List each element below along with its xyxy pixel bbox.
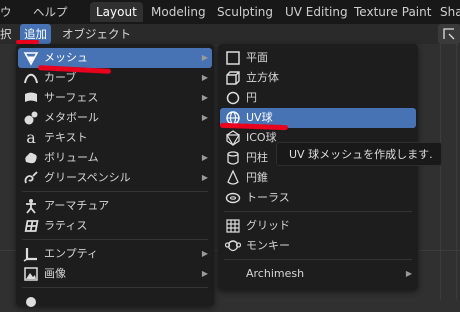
plane-icon bbox=[226, 51, 240, 65]
monkey-icon bbox=[225, 240, 241, 252]
cube-icon bbox=[226, 71, 240, 85]
top-bar: ウ ヘルプ Layout Modeling Sculpting UV Editi… bbox=[0, 0, 460, 24]
menu-item-grid[interactable]: グリッド bbox=[220, 216, 416, 236]
menu-item-armature[interactable]: アーマチュア bbox=[18, 196, 212, 216]
text-icon: a bbox=[26, 128, 36, 147]
metaball-icon bbox=[24, 111, 38, 125]
curve-icon bbox=[24, 73, 38, 84]
menu-item-archimesh[interactable]: Archimesh ▶ bbox=[220, 264, 416, 284]
image-icon bbox=[24, 267, 38, 281]
tab-modeling[interactable]: Modeling bbox=[145, 2, 212, 22]
menu-item-lattice[interactable]: ラティス bbox=[18, 216, 212, 236]
circle-icon bbox=[226, 91, 240, 105]
mesh-submenu: 平面 立方体 円 UV球 ICO球 円柱 円錐 トーラス グリッド モンキー A… bbox=[218, 44, 418, 290]
menu-help[interactable]: ヘルプ bbox=[33, 0, 68, 24]
empty-icon bbox=[23, 248, 37, 262]
menu-item-cone[interactable]: 円錐 bbox=[220, 168, 416, 188]
tab-uv-editing[interactable]: UV Editing bbox=[279, 2, 354, 22]
menu-item-image[interactable]: 画像 ▶ bbox=[18, 264, 212, 284]
cone-icon bbox=[227, 170, 239, 185]
torus-icon bbox=[225, 192, 241, 204]
gizmo-toggle-button[interactable] bbox=[438, 24, 460, 44]
tab-sculpting[interactable]: Sculpting bbox=[211, 2, 279, 22]
menu-divider bbox=[22, 239, 208, 240]
tooltip: UV 球メッシュを作成します. bbox=[276, 142, 442, 166]
menu-select[interactable]: 択 bbox=[0, 24, 12, 44]
menu-item-torus[interactable]: トーラス bbox=[220, 188, 416, 208]
menu-divider bbox=[22, 287, 208, 288]
menu-item-partial[interactable] bbox=[18, 292, 212, 312]
menu-divider bbox=[224, 211, 412, 212]
cylinder-icon bbox=[227, 151, 239, 165]
grid-line bbox=[440, 44, 441, 300]
volume-icon bbox=[25, 152, 37, 164]
surface-icon bbox=[25, 92, 37, 102]
viewport-header: 択 追加 オブジェクト bbox=[0, 24, 460, 44]
transform-icon bbox=[443, 28, 455, 40]
menu-item-circle[interactable]: 円 bbox=[220, 88, 416, 108]
menu-item-plane[interactable]: 平面 bbox=[220, 48, 416, 68]
add-menu: メッシュ ▶ カーブ ▶ サーフェス ▶ メタボール ▶ a テキスト ボリューム ▶ グ… bbox=[16, 44, 214, 307]
menu-item-volume[interactable]: ボリューム ▶ bbox=[18, 148, 212, 168]
menu-item-curve[interactable]: カーブ ▶ bbox=[18, 68, 212, 88]
menu-item-monkey[interactable]: モンキー bbox=[220, 236, 416, 256]
annotation-underline-add bbox=[16, 40, 39, 44]
menu-item-cube[interactable]: 立方体 bbox=[220, 68, 416, 88]
menu-divider bbox=[224, 259, 412, 260]
tab-shading[interactable]: Sha bbox=[434, 2, 460, 22]
grid-icon bbox=[226, 219, 240, 233]
grease-pencil-icon bbox=[24, 171, 38, 184]
menu-object[interactable]: オブジェクト bbox=[62, 24, 131, 44]
menu-partial[interactable]: ウ bbox=[0, 0, 12, 24]
mesh-cone-icon bbox=[23, 52, 39, 66]
menu-divider bbox=[22, 191, 208, 192]
lattice-icon bbox=[24, 220, 39, 232]
menu-item-surface[interactable]: サーフェス ▶ bbox=[18, 88, 212, 108]
grid-line bbox=[456, 44, 457, 300]
tab-layout[interactable]: Layout bbox=[90, 2, 143, 22]
menu-item-grease-pencil[interactable]: グリースペンシル ▶ bbox=[18, 168, 212, 188]
menu-item-text[interactable]: a テキスト bbox=[18, 128, 212, 148]
light-icon bbox=[26, 297, 36, 307]
ico-sphere-icon bbox=[225, 130, 241, 146]
armature-icon bbox=[26, 199, 36, 214]
tab-texture-paint[interactable]: Texture Paint bbox=[348, 2, 437, 22]
menu-item-empty[interactable]: エンプティ ▶ bbox=[18, 244, 212, 264]
menu-item-metaball[interactable]: メタボール ▶ bbox=[18, 108, 212, 128]
